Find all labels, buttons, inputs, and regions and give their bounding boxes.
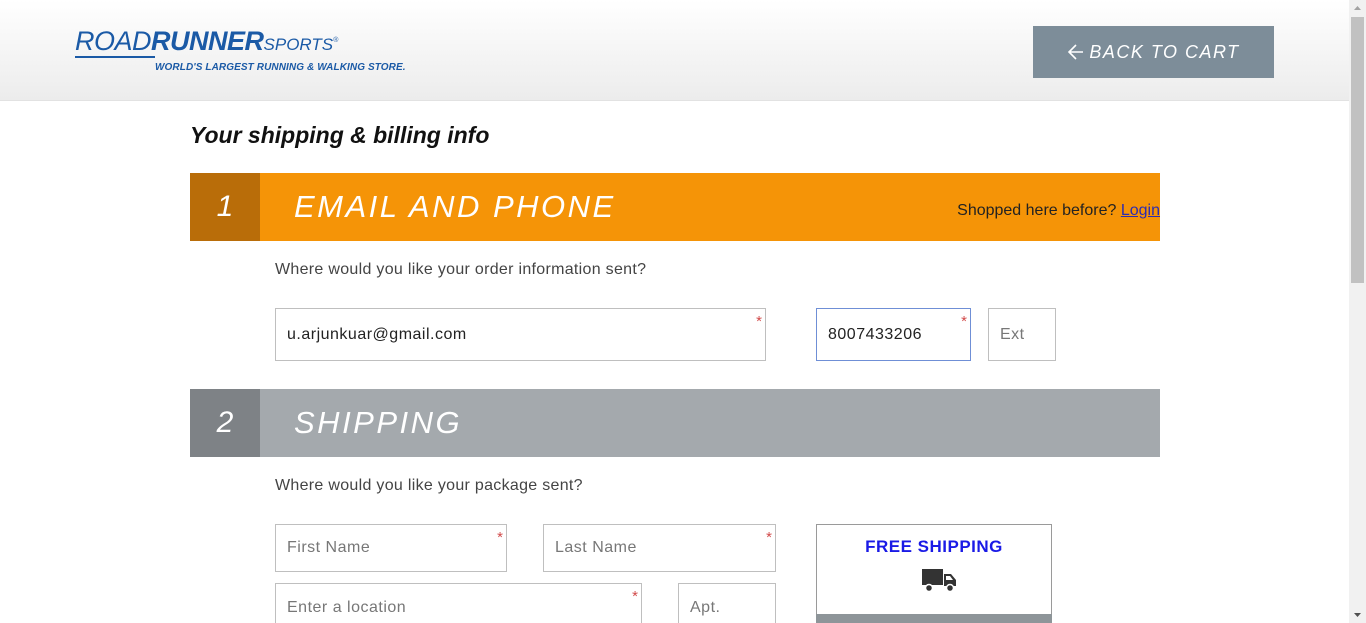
email-phone-section-header: 1 EMAIL AND PHONE Shopped here before? L… — [190, 173, 1160, 241]
vertical-scrollbar[interactable] — [1349, 0, 1366, 623]
back-to-cart-label: BACK TO CART — [1089, 41, 1240, 62]
last-name-field[interactable] — [544, 525, 775, 571]
section-number: 2 — [190, 389, 260, 457]
logo-sports-text: SPORTS — [263, 35, 334, 54]
login-prompt-text: Shopped here before? — [957, 202, 1117, 219]
required-asterisk: * — [766, 529, 772, 546]
scroll-down-arrow-icon[interactable] — [1349, 606, 1366, 623]
phone-ext-field[interactable] — [989, 309, 1055, 360]
free-shipping-footer-bar — [816, 614, 1052, 623]
section-number: 1 — [190, 173, 260, 241]
first-name-field-wrapper: * — [275, 524, 507, 572]
free-shipping-label: FREE SHIPPING — [865, 537, 1003, 556]
logo-registered-mark: ® — [333, 37, 339, 44]
required-asterisk: * — [497, 529, 503, 546]
required-asterisk: * — [632, 588, 638, 605]
logo-underline — [75, 56, 155, 58]
required-asterisk: * — [756, 313, 762, 330]
apt-field-wrapper — [678, 583, 776, 623]
free-shipping-option[interactable]: FREE SHIPPING — [816, 524, 1052, 623]
login-link[interactable]: Login — [1121, 202, 1160, 219]
email-field-wrapper: * — [275, 308, 766, 361]
email-field[interactable] — [276, 309, 765, 360]
phone-field[interactable] — [817, 309, 970, 360]
page-title: Your shipping & billing info — [190, 122, 490, 148]
logo-runner-text: RUNNER — [151, 26, 264, 56]
logo-tagline: WORLD'S LARGEST RUNNING & WALKING STORE. — [155, 62, 406, 73]
arrow-left-icon — [1068, 44, 1084, 60]
section-title: EMAIL AND PHONE — [294, 189, 616, 224]
phone-field-wrapper: * — [816, 308, 971, 361]
roadrunner-sports-logo[interactable]: ROADRUNNERSPORTS® WORLD'S LARGEST RUNNIN… — [75, 26, 407, 76]
shipping-section-header[interactable]: 2 SHIPPING — [190, 389, 1160, 457]
scroll-up-arrow-icon[interactable] — [1349, 0, 1366, 17]
package-destination-prompt: Where would you like your package sent? — [275, 477, 583, 494]
logo-road-text: ROAD — [75, 26, 152, 56]
ext-field-wrapper — [988, 308, 1056, 361]
required-asterisk: * — [961, 313, 967, 330]
order-info-prompt: Where would you like your order informat… — [275, 261, 647, 278]
section-title: SHIPPING — [294, 405, 463, 440]
location-field-wrapper: * — [275, 583, 642, 623]
site-header: ROADRUNNERSPORTS® WORLD'S LARGEST RUNNIN… — [0, 0, 1349, 101]
apt-field[interactable] — [679, 584, 775, 623]
scrollbar-thumb[interactable] — [1351, 17, 1364, 283]
back-to-cart-button[interactable]: BACK TO CART — [1033, 26, 1274, 78]
truck-icon — [922, 569, 956, 593]
login-prompt: Shopped here before? Login — [930, 202, 1160, 220]
first-name-field[interactable] — [276, 525, 506, 571]
location-field[interactable] — [276, 584, 641, 623]
last-name-field-wrapper: * — [543, 524, 776, 572]
